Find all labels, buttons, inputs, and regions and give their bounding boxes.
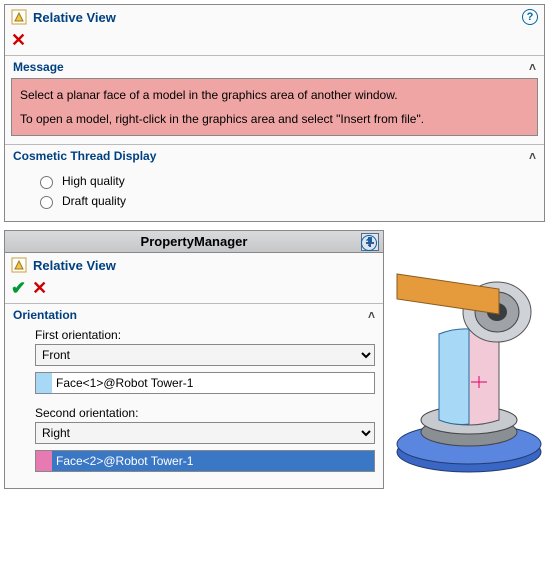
radio-high-quality-input[interactable] [40,176,53,189]
panel-title-row: Relative View ? [5,5,544,29]
thread-header-label: Cosmetic Thread Display [13,149,156,163]
cancel-button[interactable]: ✕ [11,31,26,49]
feature-icon [11,257,27,273]
chevron-up-icon: ˄ [368,308,375,322]
message-line-2: To open a model, right-click in the grap… [20,111,529,127]
robot-tower-model [389,234,549,484]
orientation-section: Orientation ˄ First orientation: Front F… [5,303,383,488]
second-orientation-select[interactable]: Right [35,422,375,444]
radio-draft-quality-input[interactable] [40,196,53,209]
first-face-row[interactable]: Face<1>@Robot Tower-1 [35,372,375,394]
relative-view-panel-top: Relative View ? ✕ Message ˄ Select a pla… [4,4,545,222]
first-orientation-label: First orientation: [5,326,383,344]
cancel-button[interactable]: ✕ [32,279,47,297]
radio-draft-quality-label: Draft quality [62,194,126,208]
orientation-header-label: Orientation [13,308,77,322]
lower-row: PropertyManager Relative View ? ✔ ✕ Orie… [0,226,549,493]
radio-high-quality[interactable]: High quality [15,171,534,191]
panel-title-row-2: Relative View ? [5,253,383,277]
ok-button[interactable]: ✔ [11,279,26,297]
message-header[interactable]: Message ˄ [5,56,544,78]
message-line-1: Select a planar face of a model in the g… [20,87,529,103]
second-face-row[interactable]: Face<2>@Robot Tower-1 [35,450,375,472]
message-section: Message ˄ Select a planar face of a mode… [5,55,544,136]
second-orientation-label: Second orientation: [5,404,383,422]
feature-icon [11,9,27,25]
graphics-area[interactable] [388,226,549,484]
radio-high-quality-label: High quality [62,174,125,188]
propertymanager-bar: PropertyManager [5,231,383,253]
second-face-text: Face<2>@Robot Tower-1 [52,451,374,471]
orientation-header[interactable]: Orientation ˄ [5,304,383,326]
help-icon[interactable]: ? [522,9,538,25]
action-row: ✕ [5,29,544,55]
thread-section: Cosmetic Thread Display ˄ High quality D… [5,144,544,221]
panel-title-2: Relative View [33,258,116,273]
first-orientation-select[interactable]: Front [35,344,375,366]
radio-draft-quality[interactable]: Draft quality [15,191,534,211]
chevron-up-icon: ˄ [529,149,536,163]
action-row-2: ✔ ✕ [5,277,383,303]
relative-view-panel-bottom: PropertyManager Relative View ? ✔ ✕ Orie… [4,230,384,489]
swatch-1 [36,373,52,393]
propertymanager-title: PropertyManager [141,234,248,249]
panel-title: Relative View [33,10,116,25]
swatch-2 [36,451,52,471]
message-body: Select a planar face of a model in the g… [11,78,538,136]
message-header-label: Message [13,60,64,74]
thread-body: High quality Draft quality [5,167,544,221]
chevron-up-icon: ˄ [529,60,536,74]
thread-header[interactable]: Cosmetic Thread Display ˄ [5,145,544,167]
first-face-text: Face<1>@Robot Tower-1 [52,373,374,393]
